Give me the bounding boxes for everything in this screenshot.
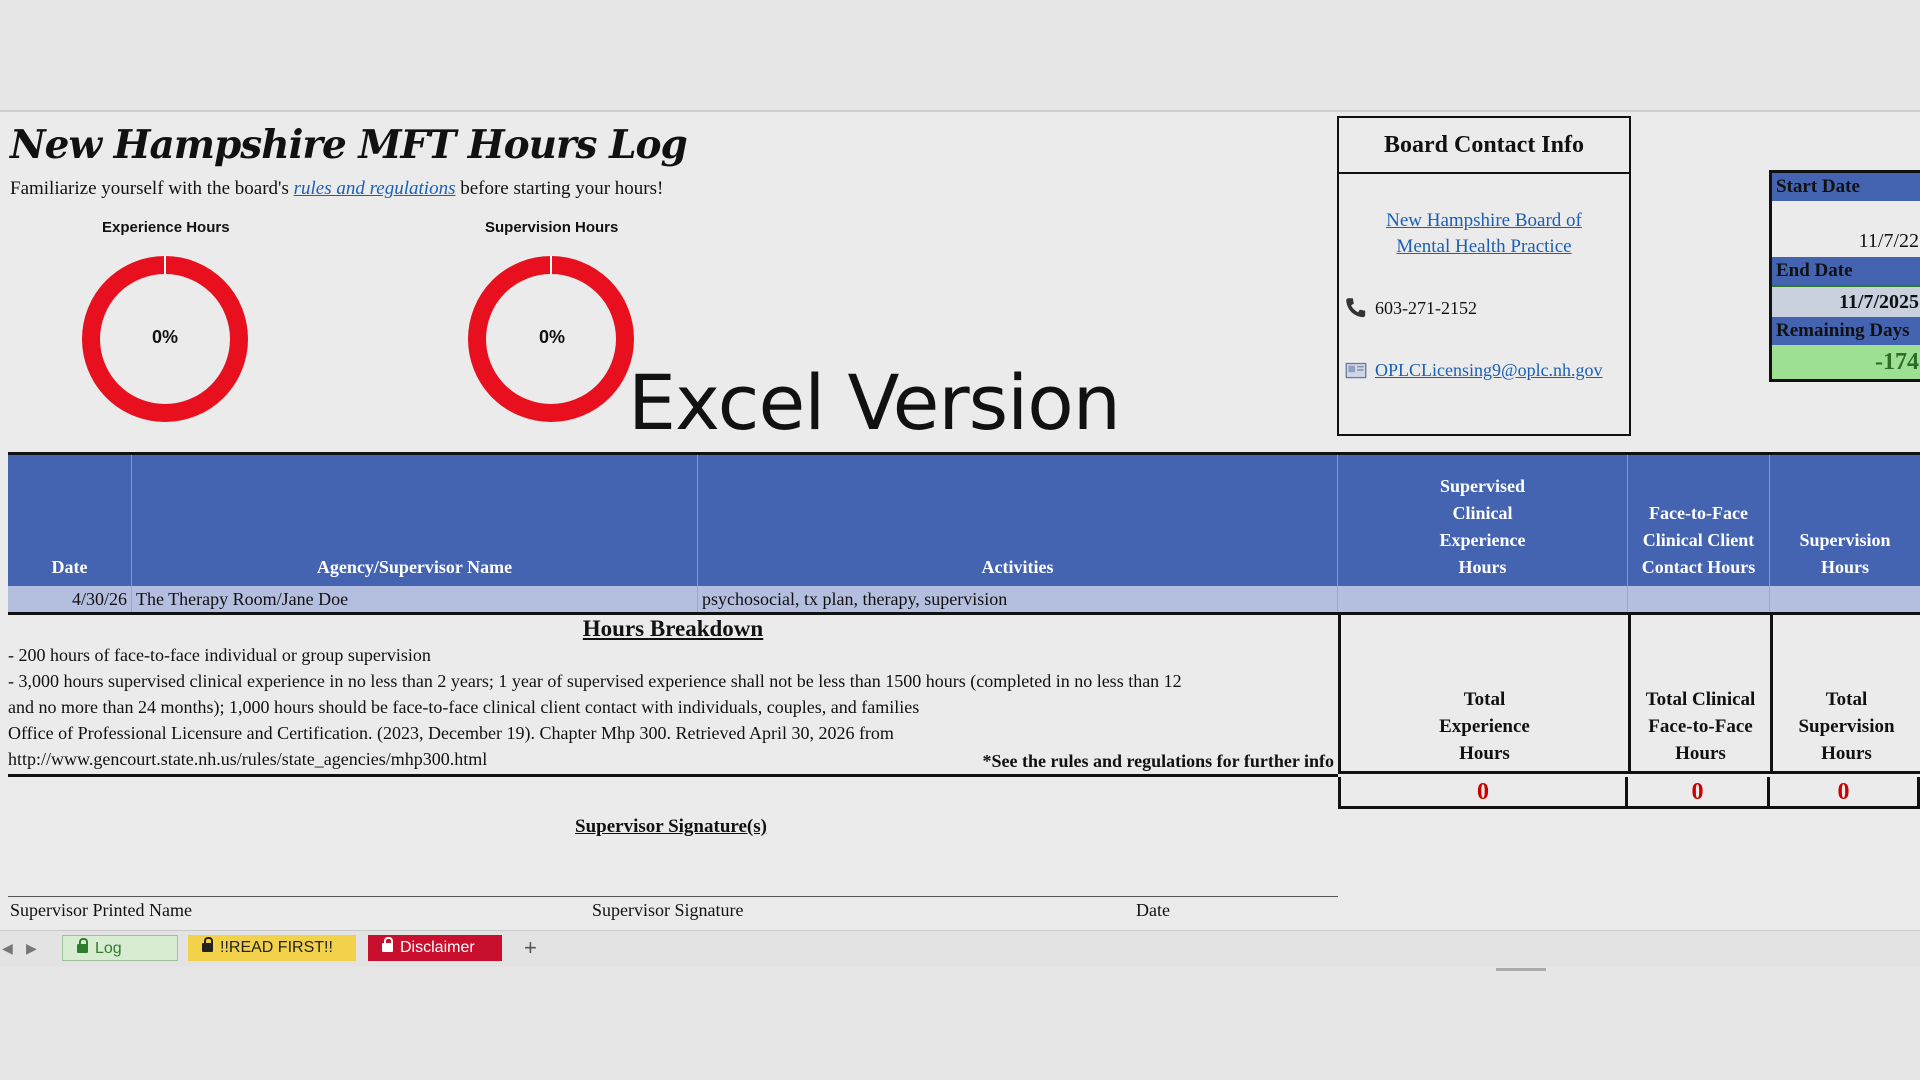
- header-supervised-hours[interactable]: Supervised Clinical Experience Hours: [1338, 455, 1628, 587]
- experience-percent: 0%: [152, 327, 179, 347]
- total-experience-value[interactable]: 0: [1338, 777, 1628, 809]
- breakdown-line: - 3,000 hours supervised clinical experi…: [8, 671, 1182, 691]
- remaining-days-cell[interactable]: -174: [1772, 345, 1920, 379]
- header-activities[interactable]: Activities: [698, 455, 1338, 587]
- signature-date-label: Date: [1136, 900, 1170, 920]
- breakdown-line: and no more than 24 months); 1,000 hours…: [8, 697, 920, 717]
- breakdown-line: Office of Professional Licensure and Cer…: [8, 723, 894, 743]
- lock-icon: [77, 938, 88, 953]
- header-date[interactable]: Date: [8, 455, 132, 587]
- supervision-chart-label: Supervision Hours: [485, 219, 619, 236]
- row-agency[interactable]: The Therapy Room/Jane Doe: [132, 586, 698, 612]
- end-date-cell[interactable]: 11/7/2025: [1772, 285, 1920, 317]
- log-table-header: Date Agency/Supervisor Name Activities S…: [8, 452, 1920, 587]
- horizontal-scrollbar[interactable]: [1496, 968, 1546, 971]
- total-supervision-value[interactable]: 0: [1770, 777, 1920, 809]
- header-face-to-face-hours[interactable]: Face-to-Face Clinical Client Contact Hou…: [1628, 455, 1770, 587]
- total-supervision-label: Total Supervision Hours: [1770, 614, 1920, 774]
- supervisor-signatures-title: Supervisor Signature(s): [575, 816, 767, 837]
- supervisor-signature-label: Supervisor Signature: [592, 900, 744, 920]
- tab-label: !!READ FIRST!!: [220, 939, 333, 956]
- excel-version-overlay: Excel Version: [628, 358, 1121, 447]
- row-face-to-face-hours[interactable]: [1628, 586, 1770, 612]
- breakdown-title: Hours Breakdown: [582, 616, 764, 641]
- gridline: [0, 110, 1920, 112]
- add-sheet-button[interactable]: +: [520, 935, 548, 961]
- signature-line: [8, 896, 1338, 897]
- row-supervision-hours[interactable]: [1770, 586, 1920, 612]
- row-date[interactable]: 4/30/26: [8, 586, 132, 612]
- supervision-percent: 0%: [539, 327, 566, 347]
- phone-number: 603-271-2152: [1375, 297, 1477, 318]
- header-supervision-hours[interactable]: Supervision Hours: [1770, 455, 1920, 587]
- email-icon: [1345, 362, 1367, 379]
- intro-before: Familiarize yourself with the board's: [10, 178, 294, 199]
- tab-log[interactable]: Log: [62, 935, 178, 961]
- rules-link[interactable]: rules and regulations: [294, 178, 456, 199]
- supervisor-printed-name-label: Supervisor Printed Name: [10, 900, 192, 920]
- header-agency[interactable]: Agency/Supervisor Name: [132, 455, 698, 587]
- hours-breakdown: Hours Breakdown - 200 hours of face-to-f…: [8, 614, 1338, 777]
- chevron-right-icon[interactable]: ▶: [26, 940, 37, 957]
- email-link[interactable]: OPLCLicensing9@oplc.nh.gov: [1375, 360, 1603, 381]
- tab-label: Log: [95, 940, 122, 957]
- total-experience-label: Total Experience Hours: [1338, 614, 1628, 774]
- sheet-title: New Hampshire MFT Hours Log: [10, 122, 688, 168]
- phone-row: 603-271-2152: [1343, 295, 1477, 321]
- date-panel: Start Date 11/7/22 End Date 11/7/2025 Re…: [1769, 170, 1920, 382]
- experience-chart-label: Experience Hours: [102, 219, 230, 236]
- end-date-label: End Date: [1772, 257, 1920, 285]
- row-supervised-hours[interactable]: [1338, 586, 1628, 612]
- row-activities[interactable]: psychosocial, tx plan, therapy, supervis…: [698, 586, 1338, 612]
- sheet-tab-bar: ◀ ▶ Log !!READ FIRST!! Disclaimer +: [0, 930, 1920, 967]
- start-date-cell[interactable]: 11/7/22: [1772, 201, 1920, 257]
- board-contact-title: Board Contact Info: [1339, 118, 1629, 174]
- board-contact-box: Board Contact Info New Hampshire Board o…: [1337, 116, 1631, 436]
- tab-label: Disclaimer: [400, 939, 475, 956]
- tab-read-first[interactable]: !!READ FIRST!!: [188, 935, 356, 961]
- tab-disclaimer[interactable]: Disclaimer: [368, 935, 502, 961]
- total-clinical-value[interactable]: 0: [1628, 777, 1770, 809]
- intro-after: before starting your hours!: [455, 178, 664, 199]
- breakdown-line: - 200 hours of face-to-face individual o…: [8, 645, 431, 665]
- email-row: OPLCLicensing9@oplc.nh.gov: [1343, 357, 1603, 383]
- breakdown-note: *See the rules and regulations for furth…: [982, 751, 1335, 771]
- phone-icon: [1346, 298, 1366, 318]
- total-clinical-label: Total Clinical Face-to-Face Hours: [1628, 614, 1770, 774]
- table-row: 4/30/26 The Therapy Room/Jane Doe psycho…: [8, 586, 1920, 615]
- board-link[interactable]: New Hampshire Board of Mental Health Pra…: [1369, 208, 1599, 260]
- remaining-days-label: Remaining Days: [1772, 317, 1920, 345]
- intro-text: Familiarize yourself with the board's ru…: [10, 178, 663, 200]
- lock-icon: [202, 937, 213, 952]
- start-date-label: Start Date: [1772, 173, 1920, 201]
- chevron-left-icon[interactable]: ◀: [2, 940, 13, 957]
- lock-icon: [382, 937, 393, 952]
